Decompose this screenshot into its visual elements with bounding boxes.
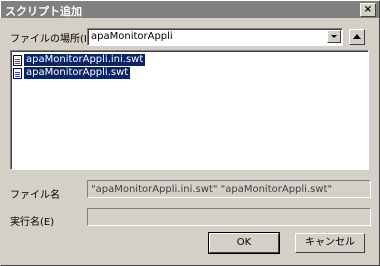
list-item[interactable]: apaMonitorAppli.swt xyxy=(13,67,131,79)
ok-button[interactable]: OK xyxy=(208,232,280,254)
filename-field[interactable]: "apaMonitorAppli.ini.swt" "apaMonitorApp… xyxy=(87,180,371,198)
chevron-down-icon[interactable] xyxy=(327,30,341,43)
location-label: ファイルの場所(I) xyxy=(10,34,91,45)
up-folder-button[interactable] xyxy=(349,29,365,45)
file-list[interactable]: apaMonitorAppli.ini.swt apaMonitorAppli.… xyxy=(10,50,369,170)
file-name: apaMonitorAppli.swt xyxy=(24,67,131,79)
location-combobox[interactable]: apaMonitorAppli xyxy=(87,28,343,46)
window-title: スクリプト追加 xyxy=(5,5,82,18)
file-name: apaMonitorAppli.ini.swt xyxy=(24,54,146,66)
title-bar: スクリプト追加 × xyxy=(0,0,380,19)
exec-name-label: 実行名(E) xyxy=(10,217,55,228)
list-item[interactable]: apaMonitorAppli.ini.swt xyxy=(13,54,146,66)
file-icon xyxy=(13,54,22,66)
exec-name-field[interactable] xyxy=(87,208,371,226)
cancel-button[interactable]: キャンセル xyxy=(295,233,365,253)
filename-value: "apaMonitorAppli.ini.swt" "apaMonitorApp… xyxy=(91,184,333,195)
filename-label: ファイル名 xyxy=(10,190,60,201)
file-icon xyxy=(13,67,22,79)
close-button[interactable]: × xyxy=(360,3,376,17)
location-value: apaMonitorAppli xyxy=(91,31,173,42)
